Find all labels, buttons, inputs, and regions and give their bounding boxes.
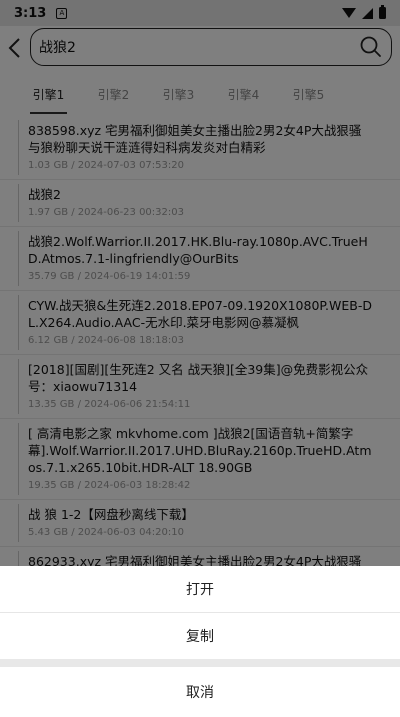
copy-button[interactable]: 复制 (0, 613, 400, 659)
action-sheet: 打开 复制 取消 (0, 566, 400, 717)
open-button[interactable]: 打开 (0, 566, 400, 612)
divider (0, 659, 400, 667)
cancel-button[interactable]: 取消 (0, 667, 400, 716)
